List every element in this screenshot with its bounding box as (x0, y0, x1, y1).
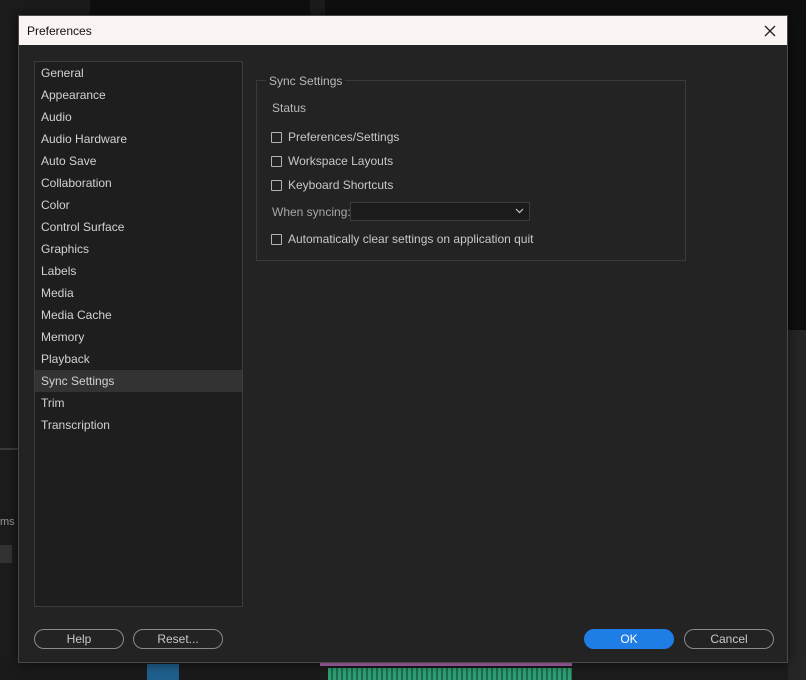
checkbox-keyboard-shortcuts[interactable]: Keyboard Shortcuts (271, 178, 393, 192)
help-button[interactable]: Help (34, 629, 124, 649)
checkbox-box[interactable] (271, 179, 282, 191)
sidebar-item-sync-settings[interactable]: Sync Settings (35, 370, 242, 392)
background-panel-label-fragment: ms (0, 516, 15, 528)
sidebar-item-transcription[interactable]: Transcription (35, 414, 242, 436)
status-label: Status (272, 101, 307, 115)
sidebar-item-graphics[interactable]: Graphics (35, 238, 242, 260)
checkbox-label: Preferences/Settings (288, 130, 400, 144)
checkbox-box[interactable] (271, 131, 282, 143)
ok-button[interactable]: OK (584, 629, 674, 649)
sidebar-item-collaboration[interactable]: Collaboration (35, 172, 242, 194)
background-clip-blue (147, 664, 179, 680)
title-bar: Preferences (19, 16, 787, 45)
close-icon (764, 25, 776, 36)
sidebar-item-audio-hardware[interactable]: Audio Hardware (35, 128, 242, 150)
sidebar-item-general[interactable]: General (35, 62, 242, 84)
checkbox-preferences-settings[interactable]: Preferences/Settings (271, 130, 399, 144)
preferences-dialog: Preferences General Appearance Audio Aud… (18, 15, 788, 663)
sync-settings-group-title: Sync Settings (266, 74, 346, 88)
preferences-category-list: General Appearance Audio Audio Hardware … (34, 61, 243, 607)
sidebar-item-control-surface[interactable]: Control Surface (35, 216, 242, 238)
when-syncing-dropdown[interactable] (350, 202, 530, 221)
background-left-column (0, 545, 12, 563)
background-audio-waveform (328, 668, 572, 680)
checkbox-auto-clear-settings[interactable]: Automatically clear settings on applicat… (271, 232, 533, 246)
checkbox-workspace-layouts[interactable]: Workspace Layouts (271, 154, 393, 168)
sidebar-item-audio[interactable]: Audio (35, 106, 242, 128)
sidebar-item-memory[interactable]: Memory (35, 326, 242, 348)
sidebar-item-auto-save[interactable]: Auto Save (35, 150, 242, 172)
chevron-down-icon (515, 208, 524, 214)
window-title: Preferences (27, 24, 92, 38)
sidebar-item-color[interactable]: Color (35, 194, 242, 216)
sidebar-item-appearance[interactable]: Appearance (35, 84, 242, 106)
background-divider (0, 448, 18, 450)
close-button[interactable] (753, 16, 787, 45)
checkbox-box[interactable] (271, 233, 282, 245)
reset-button[interactable]: Reset... (133, 629, 223, 649)
checkbox-label: Workspace Layouts (288, 154, 394, 168)
checkbox-label: Keyboard Shortcuts (288, 178, 394, 192)
sidebar-item-media-cache[interactable]: Media Cache (35, 304, 242, 326)
when-syncing-label: When syncing: (272, 205, 351, 219)
sidebar-item-playback[interactable]: Playback (35, 348, 242, 370)
checkbox-box[interactable] (271, 155, 282, 167)
sidebar-item-trim[interactable]: Trim (35, 392, 242, 414)
sidebar-item-media[interactable]: Media (35, 282, 242, 304)
checkbox-label: Automatically clear settings on applicat… (288, 232, 534, 246)
cancel-button[interactable]: Cancel (684, 629, 774, 649)
background-viewer-top-left (90, 0, 310, 15)
sidebar-item-labels[interactable]: Labels (35, 260, 242, 282)
background-right-panel (788, 330, 806, 680)
